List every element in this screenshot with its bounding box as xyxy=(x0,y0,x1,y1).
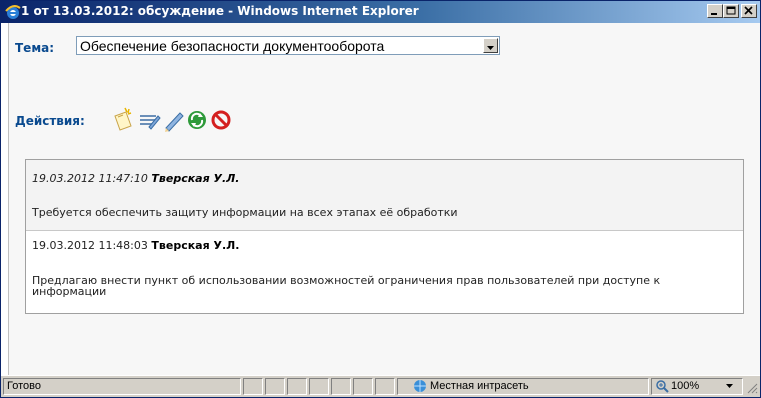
message-meta: 19.03.2012 11:48:03 Тверская У.Л. xyxy=(32,239,239,252)
window-title: 1 от 13.03.2012: обсуждение - Windows In… xyxy=(21,4,419,18)
security-zone-text: Местная интрасеть xyxy=(430,380,529,392)
status-pane xyxy=(353,378,373,395)
message-item[interactable]: 19.03.2012 11:47:10 Тверская У.Л. Требуе… xyxy=(26,160,743,231)
actions-label: Действия: xyxy=(15,114,85,128)
pencil-icon[interactable] xyxy=(161,104,185,134)
status-pane xyxy=(243,378,263,395)
close-button[interactable] xyxy=(741,4,757,18)
internet-explorer-icon xyxy=(5,5,21,19)
zoom-level: 100% xyxy=(671,380,700,392)
status-text-pane: Готово xyxy=(3,378,241,395)
topic-select[interactable]: Обеспечение безопасности документооборот… xyxy=(76,36,500,55)
message-timestamp: 19.03.2012 11:48:03 xyxy=(32,239,148,252)
browser-window: 1 от 13.03.2012: обсуждение - Windows In… xyxy=(0,0,761,398)
chevron-down-icon[interactable] xyxy=(725,383,734,389)
close-icon xyxy=(744,6,753,15)
status-text: Готово xyxy=(7,380,41,392)
chevron-down-icon xyxy=(487,46,494,50)
topic-label: Тема: xyxy=(15,41,55,55)
zoom-pane[interactable]: 100% xyxy=(651,378,743,395)
delete-icon[interactable] xyxy=(209,104,233,134)
edit-list-icon[interactable] xyxy=(137,104,161,134)
title-bar[interactable]: 1 от 13.03.2012: обсуждение - Windows In… xyxy=(1,1,760,23)
status-pane xyxy=(309,378,329,395)
security-zone-pane[interactable]: Местная интрасеть xyxy=(397,378,649,395)
minimize-icon xyxy=(711,13,717,15)
message-author: Тверская У.Л. xyxy=(151,172,240,185)
topic-select-value: Обеспечение безопасности документооборот… xyxy=(80,38,385,54)
resize-grip-icon[interactable] xyxy=(746,382,758,394)
status-pane xyxy=(331,378,351,395)
message-meta: 19.03.2012 11:47:10 Тверская У.Л. xyxy=(32,172,239,185)
status-pane xyxy=(265,378,285,395)
left-frame xyxy=(1,23,9,375)
message-text: Требуется обеспечить защиту информации н… xyxy=(32,206,458,219)
message-list: 19.03.2012 11:47:10 Тверская У.Л. Требуе… xyxy=(25,159,744,314)
status-bar: Готово Местная интрасеть 100% xyxy=(1,375,760,397)
zoom-icon xyxy=(656,380,669,393)
refresh-icon[interactable] xyxy=(185,104,209,134)
minimize-button[interactable] xyxy=(707,4,723,18)
dropdown-button[interactable] xyxy=(483,38,498,53)
status-pane xyxy=(287,378,307,395)
status-pane xyxy=(375,378,395,395)
message-text: Предлагаю внести пункт об использовании … xyxy=(32,274,661,298)
maximize-button[interactable] xyxy=(723,4,739,18)
message-timestamp: 19.03.2012 11:47:10 xyxy=(32,172,148,185)
new-message-icon[interactable] xyxy=(111,104,135,134)
intranet-icon xyxy=(414,380,426,392)
message-author: Тверская У.Л. xyxy=(151,239,240,252)
message-item[interactable]: 19.03.2012 11:48:03 Тверская У.Л. Предла… xyxy=(26,231,743,313)
maximize-icon xyxy=(726,6,736,15)
